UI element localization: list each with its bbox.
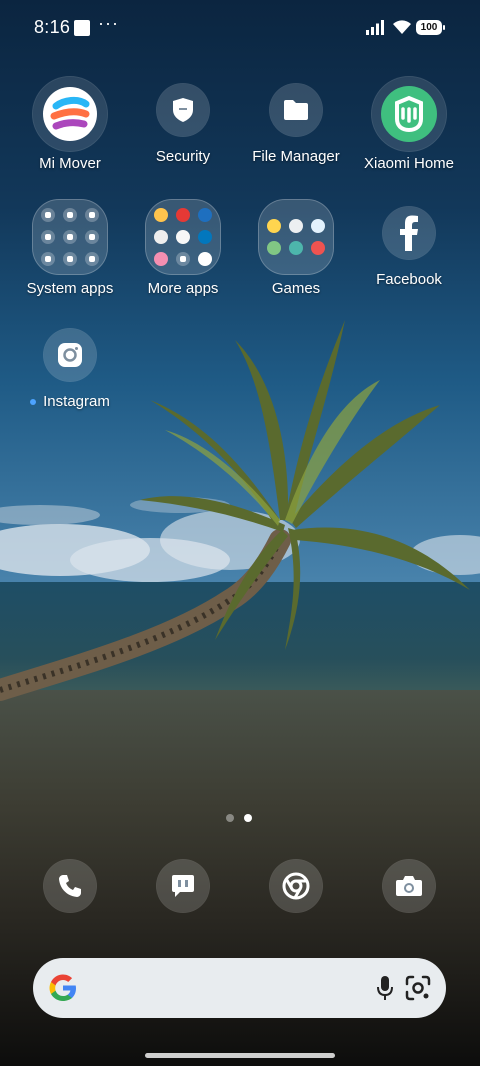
folder-games[interactable]: Games: [241, 200, 351, 297]
app-label: Facebook: [376, 271, 442, 288]
status-bar: 8:16 ··· 100: [0, 0, 480, 56]
battery-icon: 100: [416, 20, 445, 35]
camera-icon[interactable]: [383, 860, 435, 912]
more-apps-folder-icon: [146, 200, 220, 274]
chrome-icon[interactable]: [270, 860, 322, 912]
app-label: More apps: [147, 280, 219, 297]
wifi-icon: [393, 20, 411, 34]
app-instagram[interactable]: Instagram: [15, 329, 125, 410]
instagram-icon: [44, 329, 96, 381]
status-time: 8:16: [34, 17, 71, 37]
app-file-manager[interactable]: File Manager: [241, 84, 351, 165]
folder-more-apps[interactable]: More apps: [128, 200, 238, 297]
messages-icon[interactable]: [157, 860, 209, 912]
app-mi-mover[interactable]: Mi Mover: [15, 77, 125, 172]
google-lens-icon[interactable]: [405, 975, 431, 1001]
page-dot-2[interactable]: [244, 814, 252, 822]
app-label: File Manager: [252, 148, 340, 165]
instagram-label: Instagram: [43, 393, 110, 410]
app-label: Games: [271, 280, 321, 297]
app-label: Instagram: [15, 393, 125, 410]
mi-mover-icon: [33, 77, 107, 151]
app-security[interactable]: Security: [128, 84, 238, 165]
folder-icon: [270, 84, 322, 136]
more-notifications-indicator: ···: [98, 13, 119, 33]
games-folder-icon: [259, 200, 333, 274]
signal-icon: [366, 20, 384, 35]
app-label: Security: [155, 148, 211, 165]
app-label: Xiaomi Home: [363, 155, 455, 172]
xiaomi-home-icon: [372, 77, 446, 151]
microphone-icon[interactable]: [377, 975, 393, 1001]
phone-icon[interactable]: [44, 860, 96, 912]
system-apps-folder-icon: [33, 200, 107, 274]
app-facebook[interactable]: Facebook: [354, 207, 464, 288]
google-search-bar[interactable]: [33, 958, 446, 1018]
app-xiaomi-home[interactable]: Xiaomi Home: [354, 77, 464, 172]
page-dot-1[interactable]: [226, 814, 234, 822]
gesture-navigation-handle[interactable]: [145, 1053, 335, 1058]
folder-system-apps[interactable]: System apps: [15, 200, 125, 297]
notification-square-icon: [74, 20, 90, 36]
new-install-dot: [30, 399, 37, 406]
app-label: System apps: [26, 280, 114, 297]
google-g-icon: [49, 974, 76, 1001]
facebook-icon: [383, 207, 435, 259]
shield-icon: [157, 84, 209, 136]
app-label: Mi Mover: [39, 155, 101, 172]
page-indicator[interactable]: [226, 809, 262, 827]
